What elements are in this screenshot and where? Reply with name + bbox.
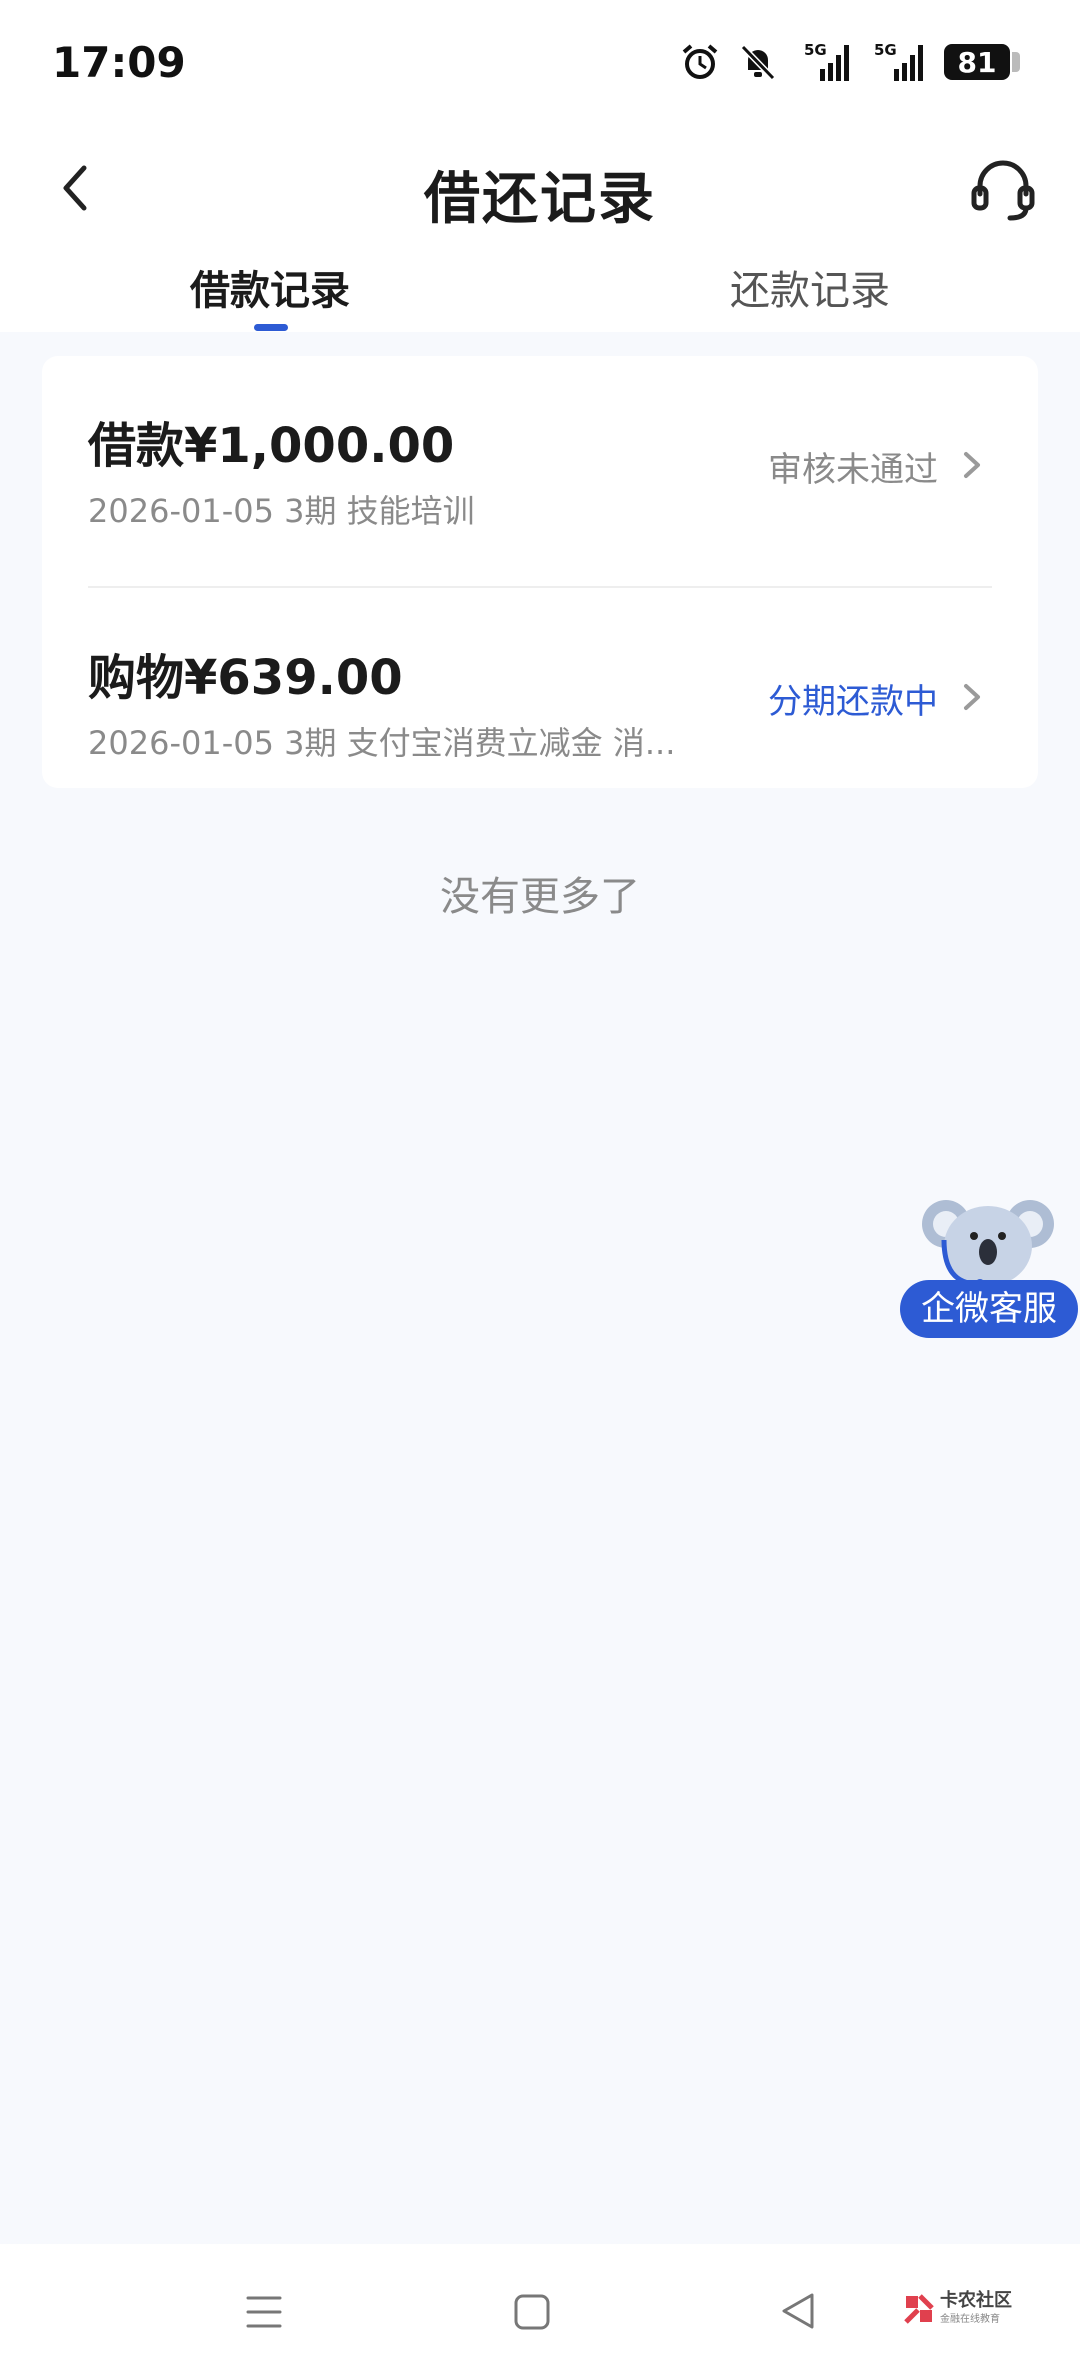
signal-5g-icon: 5G [874,41,923,81]
alarm-icon [682,44,718,79]
watermark: 卡农社区 金融在线教育 [902,2286,1022,2336]
chevron-right-icon [964,452,980,478]
network-label: 5G [804,41,827,59]
tab-repay-records[interactable]: 还款记录 [660,258,960,316]
signal-5g-icon: 5G [804,41,849,81]
menu-icon[interactable] [244,2294,284,2330]
list-end-text: 没有更多了 [440,874,640,920]
nav-bar: 借还记录 [0,130,1080,250]
record-detail: 2026-01-05 3期 技能培训 [88,492,475,530]
watermark-logo-icon [904,2294,934,2324]
home-icon[interactable] [512,2292,552,2332]
record-tabs: 借款记录 还款记录 [0,250,1080,332]
network-label: 5G [874,41,897,59]
mute-bell-icon [740,44,776,81]
list-item[interactable]: 借款¥1,000.00 2026-01-05 3期 技能培训 审核未通过 [42,386,1038,588]
list-item[interactable]: 购物¥639.00 2026-01-05 3期 支付宝消费立减金 消... 分期… [42,618,1038,818]
records-card: 借款¥1,000.00 2026-01-05 3期 技能培训 审核未通过 购物¥… [42,356,1038,788]
active-tab-indicator [254,324,288,331]
status-bar: 17:09 5G 5G 81 [0,0,1080,130]
status-time: 17:09 [52,38,186,87]
customer-service-headset-icon[interactable] [968,154,1038,224]
record-amount: 借款¥1,000.00 [88,418,455,474]
floating-service-button[interactable]: 企微客服 [898,1188,1080,1344]
battery-indicator: 81 [944,44,1020,80]
chevron-right-icon [964,684,980,710]
record-status: 分期还款中 [768,682,938,722]
record-status: 审核未通过 [768,450,938,490]
system-navigation-bar: 卡农社区 金融在线教育 [0,2244,1080,2376]
floating-service-label: 企微客服 [900,1280,1078,1338]
page-title: 借还记录 [424,167,656,232]
tab-borrow-records[interactable]: 借款记录 [120,258,420,316]
status-icons: 5G 5G 81 [680,40,1020,84]
record-detail: 2026-01-05 3期 支付宝消费立减金 消... [88,724,676,762]
back-triangle-icon[interactable] [778,2290,818,2332]
watermark-subtitle: 金融在线教育 [940,2314,1000,2325]
watermark-name: 卡农社区 [940,2290,1012,2311]
divider [88,586,992,588]
record-amount: 购物¥639.00 [88,650,403,706]
